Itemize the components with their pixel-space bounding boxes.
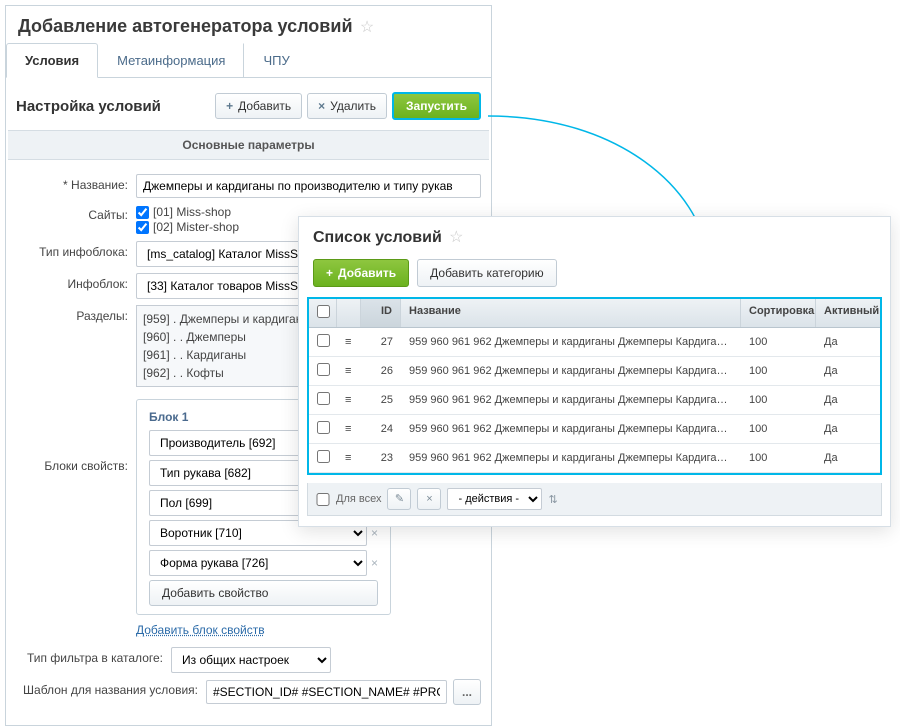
table-row: ≡27959 960 961 962 Джемперы и кардиганы … (309, 328, 880, 357)
row-checkbox[interactable] (317, 363, 330, 376)
row-active: Да (816, 359, 880, 383)
row-menu-icon[interactable]: ≡ (337, 417, 361, 441)
row-checkbox[interactable] (317, 392, 330, 405)
run-button[interactable]: Запустить (392, 92, 481, 120)
name-template-input[interactable] (206, 680, 447, 704)
row-menu-icon[interactable]: ≡ (337, 388, 361, 412)
row-menu-icon[interactable]: ≡ (337, 446, 361, 470)
row-checkbox[interactable] (317, 450, 330, 463)
template-picker-button[interactable]: ... (453, 679, 481, 705)
group-header: Основные параметры (8, 130, 489, 160)
conditions-list-panel: Список условий ☆ +Добавить Добавить кате… (298, 216, 891, 527)
plus-icon: + (226, 99, 233, 113)
row-id: 25 (361, 388, 401, 412)
label-props-blocks: Блоки свойств: (16, 399, 136, 473)
footer-delete-button[interactable]: × (417, 488, 441, 510)
row-name-link[interactable]: 959 960 961 962 Джемперы и кардиганы Дже… (401, 446, 741, 470)
section-item[interactable]: [962] . . Кофты (143, 364, 324, 382)
name-input[interactable] (136, 174, 481, 198)
site1-label: [01] Miss-shop (153, 205, 231, 219)
sort-arrows-icon[interactable]: ⇅ (548, 493, 564, 506)
grid-header-actions (337, 299, 361, 327)
row-sort: 100 (741, 446, 816, 470)
row-name-link[interactable]: 959 960 961 962 Джемперы и кардиганы Дже… (401, 330, 741, 354)
x-icon: × (318, 99, 325, 113)
remove-prop-icon[interactable]: × (371, 556, 378, 570)
row-name-link[interactable]: 959 960 961 962 Джемперы и кардиганы Дже… (401, 359, 741, 383)
remove-prop-icon[interactable]: × (371, 526, 378, 540)
row-menu-icon[interactable]: ≡ (337, 359, 361, 383)
table-row: ≡25959 960 961 962 Джемперы и кардиганы … (309, 386, 880, 415)
row-active: Да (816, 417, 880, 441)
table-row: ≡26959 960 961 962 Джемперы и кардиганы … (309, 357, 880, 386)
delete-button[interactable]: ×Удалить (307, 93, 387, 119)
add-button[interactable]: +Добавить (215, 93, 302, 119)
label-sections: Разделы: (16, 305, 136, 323)
footer-edit-button[interactable]: ✎ (387, 488, 411, 510)
row-menu-icon[interactable]: ≡ (337, 330, 361, 354)
row-active: Да (816, 388, 880, 412)
row-id: 23 (361, 446, 401, 470)
footer-for-all-label: Для всех (336, 493, 381, 505)
select-all-checkbox[interactable] (317, 305, 330, 318)
row-id: 26 (361, 359, 401, 383)
col-name[interactable]: Название (401, 299, 741, 327)
row-name-link[interactable]: 959 960 961 962 Джемперы и кардиганы Дже… (401, 417, 741, 441)
label-iblock-type: Тип инфоблока: (16, 241, 136, 259)
row-sort: 100 (741, 359, 816, 383)
site1-checkbox[interactable] (136, 206, 149, 219)
row-checkbox[interactable] (317, 334, 330, 347)
tab-metainfo[interactable]: Метаинформация (98, 43, 244, 77)
filter-type-select[interactable]: Из общих настроек (171, 647, 331, 673)
label-filter-type: Тип фильтра в каталоге: (16, 647, 171, 665)
tab-sef[interactable]: ЧПУ (244, 43, 307, 77)
site2-checkbox[interactable] (136, 221, 149, 234)
prop-select[interactable]: Форма рукава [726] (149, 550, 367, 576)
page-title: Добавление автогенератора условий (18, 16, 353, 36)
section-item[interactable]: [960] . . Джемперы (143, 328, 324, 346)
row-active: Да (816, 446, 880, 470)
col-sort[interactable]: Сортировка (741, 299, 816, 327)
row-sort: 100 (741, 417, 816, 441)
tab-conditions[interactable]: Условия (6, 43, 98, 78)
section-title: Настройка условий (16, 98, 210, 115)
section-item[interactable]: [961] . . Кардиганы (143, 346, 324, 364)
table-row: ≡23959 960 961 962 Джемперы и кардиганы … (309, 444, 880, 473)
site2-label: [02] Mister-shop (153, 220, 239, 234)
footer-select-all-checkbox[interactable] (316, 493, 330, 506)
col-active[interactable]: Активный (816, 299, 880, 327)
label-name: * Название: (16, 174, 136, 192)
row-sort: 100 (741, 330, 816, 354)
favorite-star-icon[interactable]: ☆ (449, 229, 463, 246)
section-item[interactable]: [959] . Джемперы и кардиганы (143, 310, 324, 328)
col-id[interactable]: ID (381, 305, 392, 317)
conditions-grid: ID Название Сортировка Активный ≡27959 9… (307, 297, 882, 475)
list-add-button[interactable]: +Добавить (313, 259, 409, 287)
plus-icon: + (326, 266, 333, 280)
footer-actions-select[interactable]: - действия - (447, 488, 542, 510)
table-row: ≡24959 960 961 962 Джемперы и кардиганы … (309, 415, 880, 444)
add-property-button[interactable]: Добавить свойство (149, 580, 378, 606)
tabs: Условия Метаинформация ЧПУ (6, 43, 491, 78)
label-sites: Сайты: (16, 204, 136, 222)
list-title: Список условий (313, 229, 442, 246)
row-name-link[interactable]: 959 960 961 962 Джемперы и кардиганы Дже… (401, 388, 741, 412)
row-id: 27 (361, 330, 401, 354)
row-id: 24 (361, 417, 401, 441)
label-iblock: Инфоблок: (16, 273, 136, 291)
row-checkbox[interactable] (317, 421, 330, 434)
row-active: Да (816, 330, 880, 354)
add-category-button[interactable]: Добавить категорию (417, 259, 557, 287)
add-props-block-link[interactable]: Добавить блок свойств (136, 623, 265, 637)
grid-header: ID Название Сортировка Активный (309, 299, 880, 328)
grid-footer: Для всех ✎ × - действия - ⇅ (307, 483, 882, 516)
row-sort: 100 (741, 388, 816, 412)
favorite-star-icon[interactable]: ☆ (360, 19, 374, 36)
label-name-template: Шаблон для названия условия: (16, 679, 206, 697)
